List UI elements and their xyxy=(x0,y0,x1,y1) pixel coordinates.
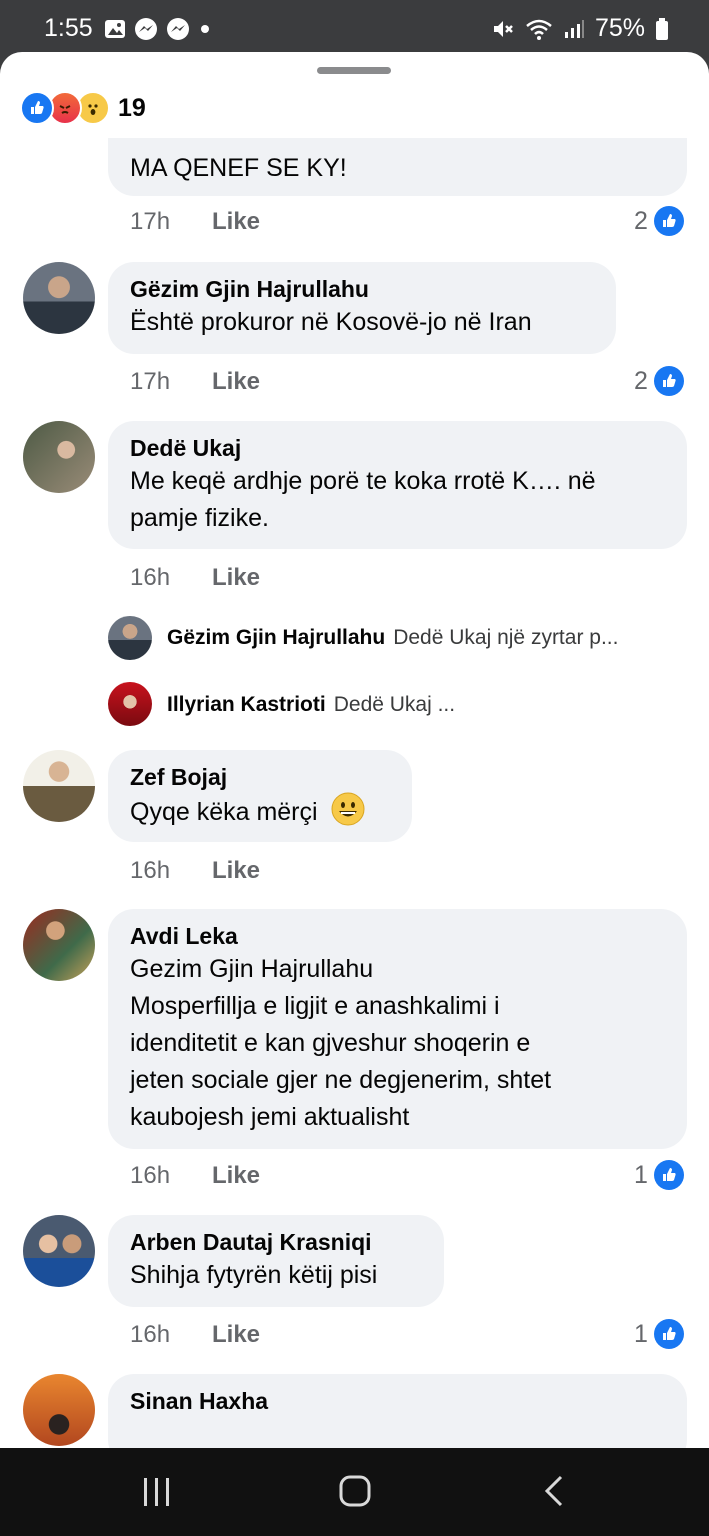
reply-author[interactable]: Illyrian Kastrioti xyxy=(167,693,326,717)
gallery-icon xyxy=(105,20,125,38)
avatar[interactable] xyxy=(23,1215,95,1287)
like-icon xyxy=(653,1319,684,1349)
comment-bubble[interactable]: Arben Dautaj Krasniqi Shihja fytyrën kët… xyxy=(108,1215,444,1307)
avatar[interactable] xyxy=(23,262,95,334)
like-icon xyxy=(653,1160,684,1190)
messenger-icon xyxy=(167,18,189,40)
comment-time: 16h xyxy=(130,564,171,591)
navigation-bar xyxy=(0,1448,709,1536)
grinning-emoji-icon xyxy=(331,792,365,826)
reaction-count: 19 xyxy=(118,93,146,122)
comment-author[interactable]: Arben Dautaj Krasniqi xyxy=(130,1227,422,1257)
comment-author[interactable]: Avdi Leka xyxy=(130,921,665,951)
battery-percent: 75% xyxy=(594,14,645,42)
status-bar: 1:55 75% xyxy=(0,0,709,58)
comment-text: MA QENEF SE KY! xyxy=(130,154,347,182)
comment-meta: 17h Like xyxy=(130,368,260,396)
comment-time: 17h xyxy=(130,368,171,395)
home-icon[interactable] xyxy=(338,1474,372,1508)
avatar[interactable] xyxy=(23,750,95,822)
comment-meta: 16h Like xyxy=(130,857,260,885)
comment-meta: 16h Like xyxy=(130,1162,260,1190)
status-time: 1:55 xyxy=(44,14,93,42)
comment-bubble[interactable]: Zef Bojaj Qyqe këka mërçi xyxy=(108,750,412,842)
comment-like-count[interactable]: 2 xyxy=(634,366,684,396)
reply-preview[interactable]: Illyrian Kastrioti Dedë Ukaj ... xyxy=(167,693,455,717)
reply-text: Dedë Ukaj një zyrtar p... xyxy=(393,626,619,649)
notification-dot-icon xyxy=(201,25,209,33)
mute-icon xyxy=(493,20,513,37)
avatar[interactable] xyxy=(23,1374,95,1446)
comment-bubble[interactable]: Avdi Leka Gezim Gjin Hajrullahu Mosperfi… xyxy=(108,909,687,1149)
comment-like-count[interactable]: 2 xyxy=(634,206,684,236)
comment-author[interactable]: Sinan Haxha xyxy=(130,1386,665,1416)
reply-author[interactable]: Gëzim Gjin Hajrullahu xyxy=(167,626,385,650)
avatar[interactable] xyxy=(108,682,152,726)
comment-like-count[interactable]: 1 xyxy=(634,1319,684,1349)
reply-text: Dedë Ukaj ... xyxy=(333,693,456,716)
comment-text: pamje fizike. xyxy=(130,504,269,532)
comment-text: Mosperfillja e ligjit e anashkalimi i xyxy=(130,992,500,1020)
messenger-icon xyxy=(135,18,157,40)
like-button[interactable]: Like xyxy=(212,1162,260,1190)
comment-time: 16h xyxy=(130,857,171,884)
comment-time: 17h xyxy=(130,208,171,235)
avatar[interactable] xyxy=(23,421,95,493)
like-button[interactable]: Like xyxy=(212,857,260,885)
like-icon xyxy=(653,366,684,396)
like-button[interactable]: Like xyxy=(212,564,260,592)
comment-bubble[interactable]: Dedë Ukaj Me keqë ardhje porë te koka rr… xyxy=(108,421,687,549)
comment-author[interactable]: Dedë Ukaj xyxy=(130,433,665,463)
comment-time: 16h xyxy=(130,1321,171,1348)
comment-text: idenditetit e kan gjveshur shoqerin e xyxy=(130,1029,531,1057)
drag-handle[interactable] xyxy=(317,67,391,74)
comment-text: Me keqë ardhje porë te koka rrotë K…. në xyxy=(130,467,596,495)
comment-time: 16h xyxy=(130,1162,171,1189)
comment-text: Gezim Gjin Hajrullahu xyxy=(130,955,374,983)
comments-sheet: 19 MA QENEF SE KY! 17h Like 2 Gëzim Gjin… xyxy=(0,52,709,1448)
comment-text: jeten sociale gjer ne degjenerim, shtet xyxy=(130,1066,552,1094)
reply-preview[interactable]: Gëzim Gjin Hajrullahu Dedë Ukaj një zyrt… xyxy=(167,626,618,650)
signal-icon xyxy=(564,19,584,38)
back-icon[interactable] xyxy=(542,1474,566,1508)
comment-author[interactable]: Zef Bojaj xyxy=(130,762,390,792)
recent-apps-icon[interactable] xyxy=(140,1476,174,1508)
like-reaction-icon xyxy=(20,91,54,125)
like-button[interactable]: Like xyxy=(212,1321,260,1349)
comment-author[interactable]: Gëzim Gjin Hajrullahu xyxy=(130,274,594,304)
like-icon xyxy=(653,206,684,236)
wifi-icon xyxy=(526,19,552,40)
comment-text: kaubojesh jemi aktualisht xyxy=(130,1103,410,1131)
comment-meta: 17h Like xyxy=(130,208,260,236)
comment-bubble[interactable]: Sinan Haxha xyxy=(108,1374,687,1448)
comment-text: Është prokuror në Kosovë-jo në Iran xyxy=(130,308,532,336)
comment-bubble[interactable]: MA QENEF SE KY! xyxy=(108,138,687,196)
like-button[interactable]: Like xyxy=(212,368,260,396)
comment-bubble[interactable]: Gëzim Gjin Hajrullahu Është prokuror në … xyxy=(108,262,616,354)
comment-meta: 16h Like xyxy=(130,1321,260,1349)
comment-like-count[interactable]: 1 xyxy=(634,1160,684,1190)
battery-icon xyxy=(656,17,668,40)
comment-text: Shihja fytyrën këtij pisi xyxy=(130,1261,378,1289)
avatar[interactable] xyxy=(23,909,95,981)
comment-text: Qyqe këka mërçi xyxy=(130,798,318,826)
like-button[interactable]: Like xyxy=(212,208,260,236)
reaction-summary[interactable]: 19 xyxy=(20,91,146,125)
avatar[interactable] xyxy=(108,616,152,660)
comment-meta: 16h Like xyxy=(130,564,260,592)
